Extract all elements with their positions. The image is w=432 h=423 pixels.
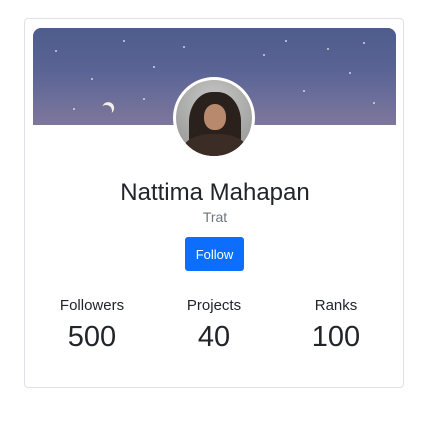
stat-projects: Projects 40 xyxy=(159,297,269,354)
profile-name: Nattima Mahapan xyxy=(120,179,310,206)
stat-label: Ranks xyxy=(314,297,358,314)
profile-card: Nattima Mahapan Trat Follow Followers 50… xyxy=(24,18,404,388)
stat-label: Followers xyxy=(59,297,125,314)
stats-row: Followers 500 Projects 40 Ranks 100 xyxy=(37,297,391,354)
stat-value: 100 xyxy=(311,321,361,353)
follow-button[interactable]: Follow xyxy=(185,237,244,271)
profile-location: Trat xyxy=(202,209,228,225)
avatar xyxy=(173,77,255,159)
moon-icon xyxy=(98,103,113,118)
stat-value: 40 xyxy=(197,321,231,353)
stat-value: 500 xyxy=(67,321,117,353)
stat-label: Projects xyxy=(186,297,242,314)
stat-ranks: Ranks 100 xyxy=(281,297,391,354)
stat-followers: Followers 500 xyxy=(37,297,147,354)
